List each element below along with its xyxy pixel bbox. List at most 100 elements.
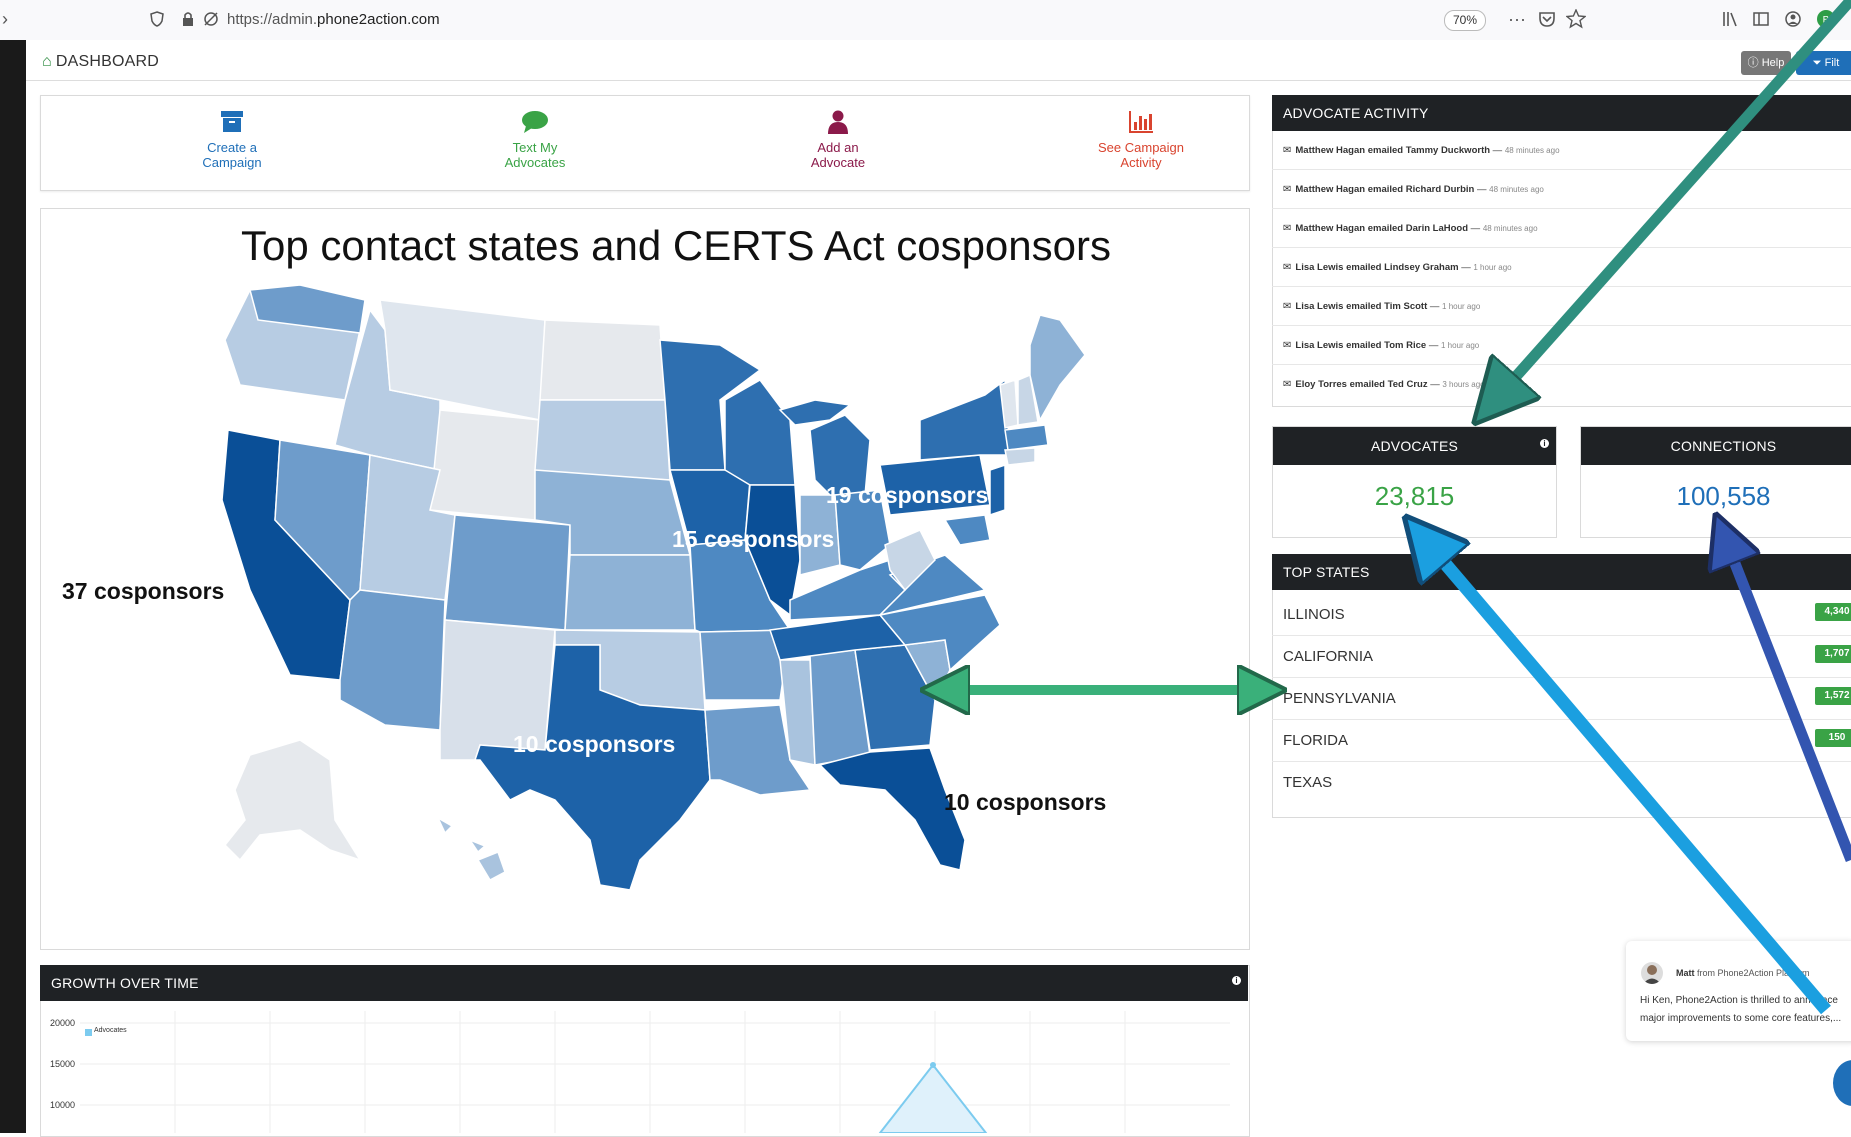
activity-verb: emailed <box>1367 223 1404 234</box>
growth-over-time-header: GROWTH OVER TIME <box>40 965 1248 1001</box>
state-alaska[interactable] <box>223 739 362 862</box>
state-count-badge: 1,707 <box>1815 645 1851 663</box>
chat-line2: major improvements to some core features… <box>1640 1013 1842 1024</box>
state-hawaii-3[interactable] <box>476 851 506 881</box>
advocate-activity-header: ADVOCATE ACTIVITY <box>1272 95 1851 131</box>
chat-sender-name: Matt <box>1676 968 1695 978</box>
person-avatar-icon <box>1643 965 1661 984</box>
chat-line1: Hi Ken, Phone2Action is thrilled to anno… <box>1640 995 1838 1006</box>
state-count-badge: 1,572 <box>1815 687 1851 705</box>
activity-actor: Matthew Hagan <box>1295 223 1366 234</box>
activity-item[interactable]: ✉ Matthew Hagan emailed Darin LaHood — 48… <box>1272 209 1851 248</box>
state-maryland[interactable] <box>943 514 991 546</box>
legend-swatch <box>85 1029 92 1036</box>
state-south-dakota[interactable] <box>534 399 671 481</box>
growth-series-area <box>878 1063 988 1133</box>
activity-target: Tammy Duckworth <box>1405 145 1491 156</box>
envelope-icon: ✉ <box>1283 262 1292 273</box>
activity-actor: Lisa Lewis <box>1295 340 1344 351</box>
top-state-row[interactable]: FLORIDA <box>1272 720 1851 762</box>
activity-actor: Matthew Hagan <box>1295 145 1366 156</box>
y-tick-label: 20000 <box>50 1018 76 1028</box>
state-name: TEXAS <box>1283 774 1333 791</box>
activity-target: Tom Rice <box>1384 340 1427 351</box>
activity-time: 1 hour ago <box>1440 341 1480 350</box>
activity-target: Darin LaHood <box>1405 223 1469 234</box>
state-new-york[interactable] <box>919 378 1011 461</box>
growth-legend-label: Advocates <box>94 1027 127 1034</box>
state-colorado[interactable] <box>444 514 571 631</box>
envelope-icon: ✉ <box>1283 184 1292 195</box>
activity-actor: Eloy Torres <box>1295 379 1347 390</box>
activity-time: 48 minutes ago <box>1489 185 1544 194</box>
envelope-icon: ✉ <box>1283 223 1292 234</box>
activity-target: Richard Durbin <box>1405 184 1475 195</box>
state-kansas[interactable] <box>564 554 696 631</box>
state-hawaii-2[interactable] <box>468 838 487 854</box>
y-tick-label: 15000 <box>50 1059 76 1069</box>
state-wyoming[interactable] <box>429 409 541 521</box>
chat-sender: Matt from Phone2Action Platform <box>1676 968 1810 978</box>
activity-item[interactable]: ✉ Eloy Torres emailed Ted Cruz — 3 hours … <box>1272 365 1851 404</box>
state-arizona[interactable] <box>339 589 446 731</box>
top-state-row[interactable]: TEXAS <box>1272 762 1851 804</box>
pennsylvania-cosponsors-label: 19 cosponsors <box>826 482 989 508</box>
activity-verb: emailed <box>1346 301 1382 312</box>
state-connecticut[interactable] <box>1004 447 1036 466</box>
top-state-row[interactable]: PENNSYLVANIA <box>1272 678 1851 720</box>
activity-time: 48 minutes ago <box>1482 224 1538 233</box>
top-states-header: TOP STATES <box>1272 554 1851 590</box>
activity-time: 1 hour ago <box>1473 263 1512 272</box>
activity-verb: emailed <box>1346 340 1382 351</box>
state-name: FLORIDA <box>1283 732 1349 749</box>
activity-item[interactable]: ✉ Lisa Lewis emailed Tim Scott — 1 hour a… <box>1272 287 1851 326</box>
activity-actor: Lisa Lewis <box>1295 301 1344 312</box>
activity-verb: emailed <box>1367 145 1404 156</box>
activity-actor: Lisa Lewis <box>1295 262 1344 273</box>
activity-target: Lindsey Graham <box>1384 262 1459 273</box>
chat-sender-org: from Phone2Action Platform <box>1694 968 1810 978</box>
chat-avatar <box>1641 962 1663 984</box>
activity-time: 1 hour ago <box>1442 302 1481 311</box>
activity-target: Tim Scott <box>1384 301 1428 312</box>
state-new-jersey[interactable] <box>989 463 1006 517</box>
envelope-icon: ✉ <box>1283 340 1292 351</box>
info-icon[interactable]: i <box>1232 976 1241 985</box>
y-tick-label: 10000 <box>50 1100 76 1110</box>
envelope-icon: ✉ <box>1283 301 1292 312</box>
state-massachusetts[interactable] <box>1004 424 1049 451</box>
envelope-icon: ✉ <box>1283 145 1292 156</box>
state-maine[interactable] <box>1029 314 1086 423</box>
chat-message: Hi Ken, Phone2Action is thrilled to anno… <box>1640 992 1850 1028</box>
advocates-stat-header: ADVOCATES <box>1273 427 1556 465</box>
state-count-badge: 150 <box>1815 729 1851 747</box>
activity-verb: emailed <box>1346 262 1382 273</box>
texas-cosponsors-label: 10 cosponsors <box>513 731 676 757</box>
activity-item[interactable]: ✉ Lisa Lewis emailed Lindsey Graham — 1 h… <box>1272 248 1851 287</box>
info-icon[interactable]: i <box>1540 439 1549 448</box>
growth-point[interactable] <box>930 1062 936 1068</box>
connections-stat-header: CONNECTIONS <box>1581 427 1851 465</box>
florida-cosponsors-label: 10 cosponsors <box>944 789 1107 815</box>
state-hawaii-1[interactable] <box>436 816 454 835</box>
illinois-cosponsors-label: 15 cosponsors <box>672 526 835 552</box>
activity-item[interactable]: ✉ Lisa Lewis emailed Tom Rice — 1 hour ag… <box>1272 326 1851 365</box>
envelope-icon: ✉ <box>1283 379 1292 390</box>
california-cosponsors-label: 37 cosponsors <box>62 578 225 604</box>
top-state-row[interactable]: ILLINOIS <box>1272 594 1851 636</box>
activity-verb: emailed <box>1349 379 1385 390</box>
state-north-dakota[interactable] <box>539 319 666 401</box>
advocates-stat-card: ADVOCATES i 23,815 <box>1272 426 1557 538</box>
activity-item[interactable]: ✉ Matthew Hagan emailed Richard Durbin — … <box>1272 170 1851 209</box>
activity-time: 3 hours ago <box>1442 380 1485 389</box>
state-count-badge: 4,340 <box>1815 603 1851 621</box>
activity-actor: Matthew Hagan <box>1295 184 1366 195</box>
state-wisconsin[interactable] <box>724 379 796 486</box>
top-state-row[interactable]: CALIFORNIA <box>1272 636 1851 678</box>
activity-item[interactable]: ✉ Matthew Hagan emailed Tammy Duckworth —… <box>1272 131 1851 170</box>
connections-stat-card: CONNECTIONS 100,558 <box>1580 426 1851 538</box>
activity-verb: emailed <box>1367 184 1404 195</box>
advocates-stat-value: 23,815 <box>1374 481 1455 511</box>
activity-time: 48 minutes ago <box>1504 146 1560 155</box>
state-name: CALIFORNIA <box>1283 648 1374 665</box>
